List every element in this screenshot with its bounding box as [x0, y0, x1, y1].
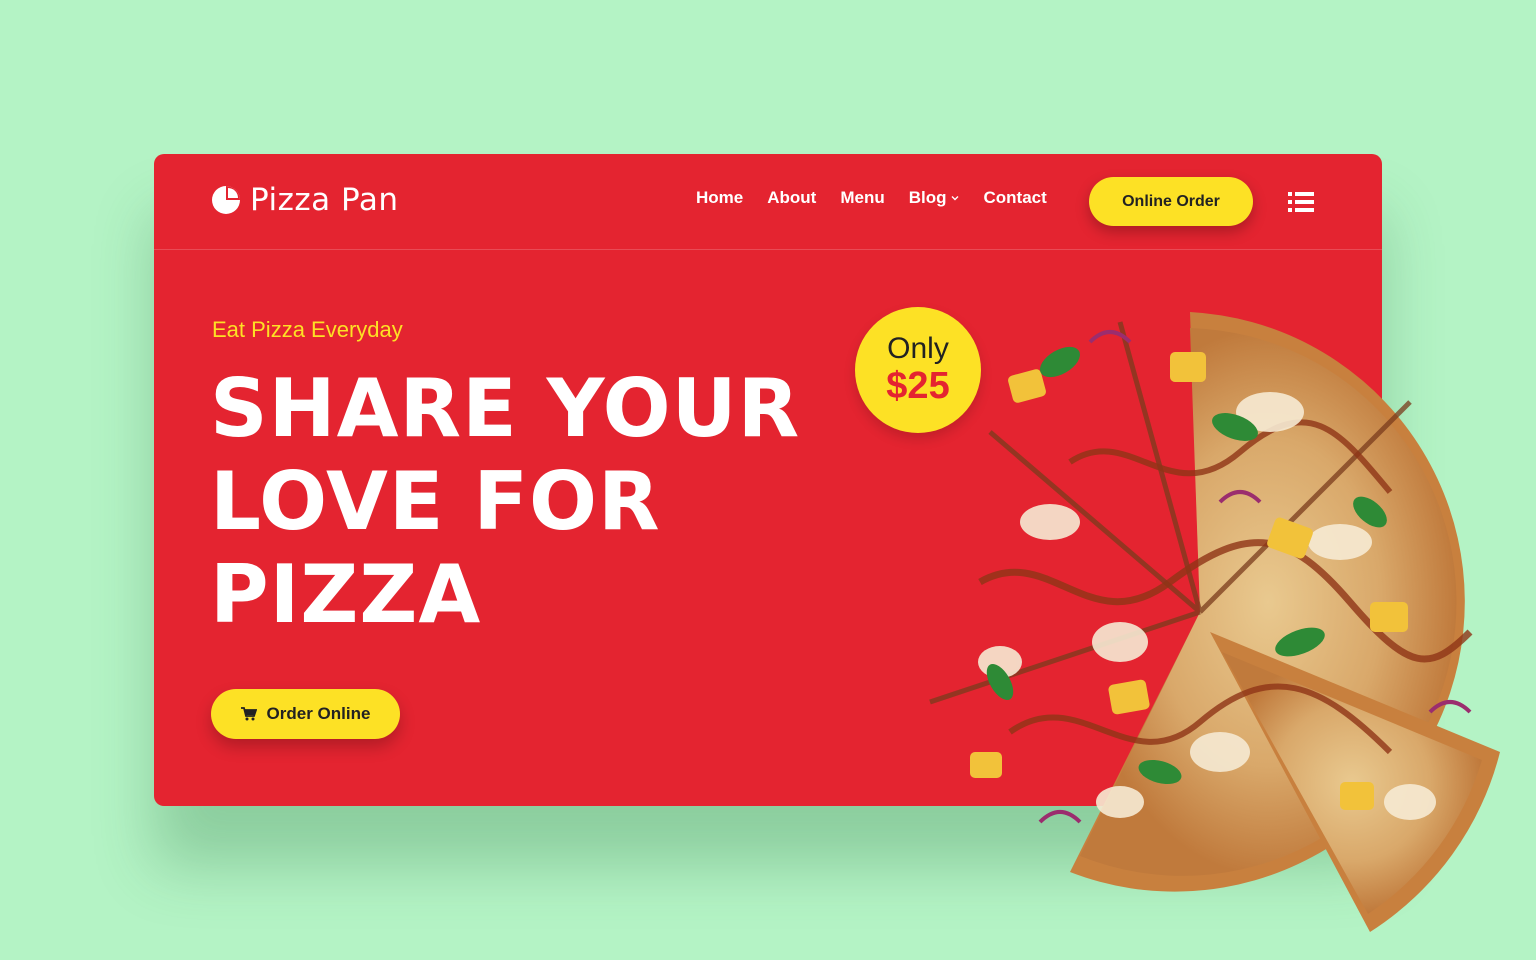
pizza-slice-icon: [212, 186, 240, 214]
nav-link-menu[interactable]: Menu: [840, 188, 884, 208]
hero-tagline: Eat Pizza Everyday: [212, 317, 403, 342]
headline-line-3: PIZZA: [210, 548, 482, 641]
cart-icon: [240, 707, 257, 721]
nav-link-about[interactable]: About: [767, 188, 816, 208]
online-order-button[interactable]: Online Order: [1089, 177, 1253, 226]
price-badge-value: $25: [886, 365, 950, 407]
nav-link-home[interactable]: Home: [696, 188, 743, 208]
hero-headline: SHARE YOUR LOVE FOR PIZZA: [210, 362, 850, 641]
list-menu-icon: [1288, 192, 1314, 212]
chevron-down-icon: [951, 196, 958, 201]
order-online-button[interactable]: Order Online: [211, 689, 400, 739]
price-badge: Only $25: [855, 307, 981, 433]
order-online-label: Order Online: [266, 704, 371, 723]
navbar: Pizza Pan Home About Menu Blog Contact O…: [154, 154, 1382, 250]
headline-line-2: LOVE FOR: [210, 455, 661, 548]
headline-line-1: SHARE YOUR: [210, 362, 801, 455]
logo[interactable]: Pizza Pan: [210, 182, 398, 218]
brand-name: Pizza Pan: [250, 182, 399, 218]
nav-link-blog[interactable]: Blog: [909, 188, 960, 208]
nav-links: Home About Menu Blog Contact: [696, 188, 1047, 208]
nav-link-contact[interactable]: Contact: [984, 188, 1047, 208]
price-badge-label: Only: [887, 332, 949, 365]
nav-link-blog-label: Blog: [908, 188, 947, 207]
menu-button[interactable]: [1288, 191, 1314, 213]
